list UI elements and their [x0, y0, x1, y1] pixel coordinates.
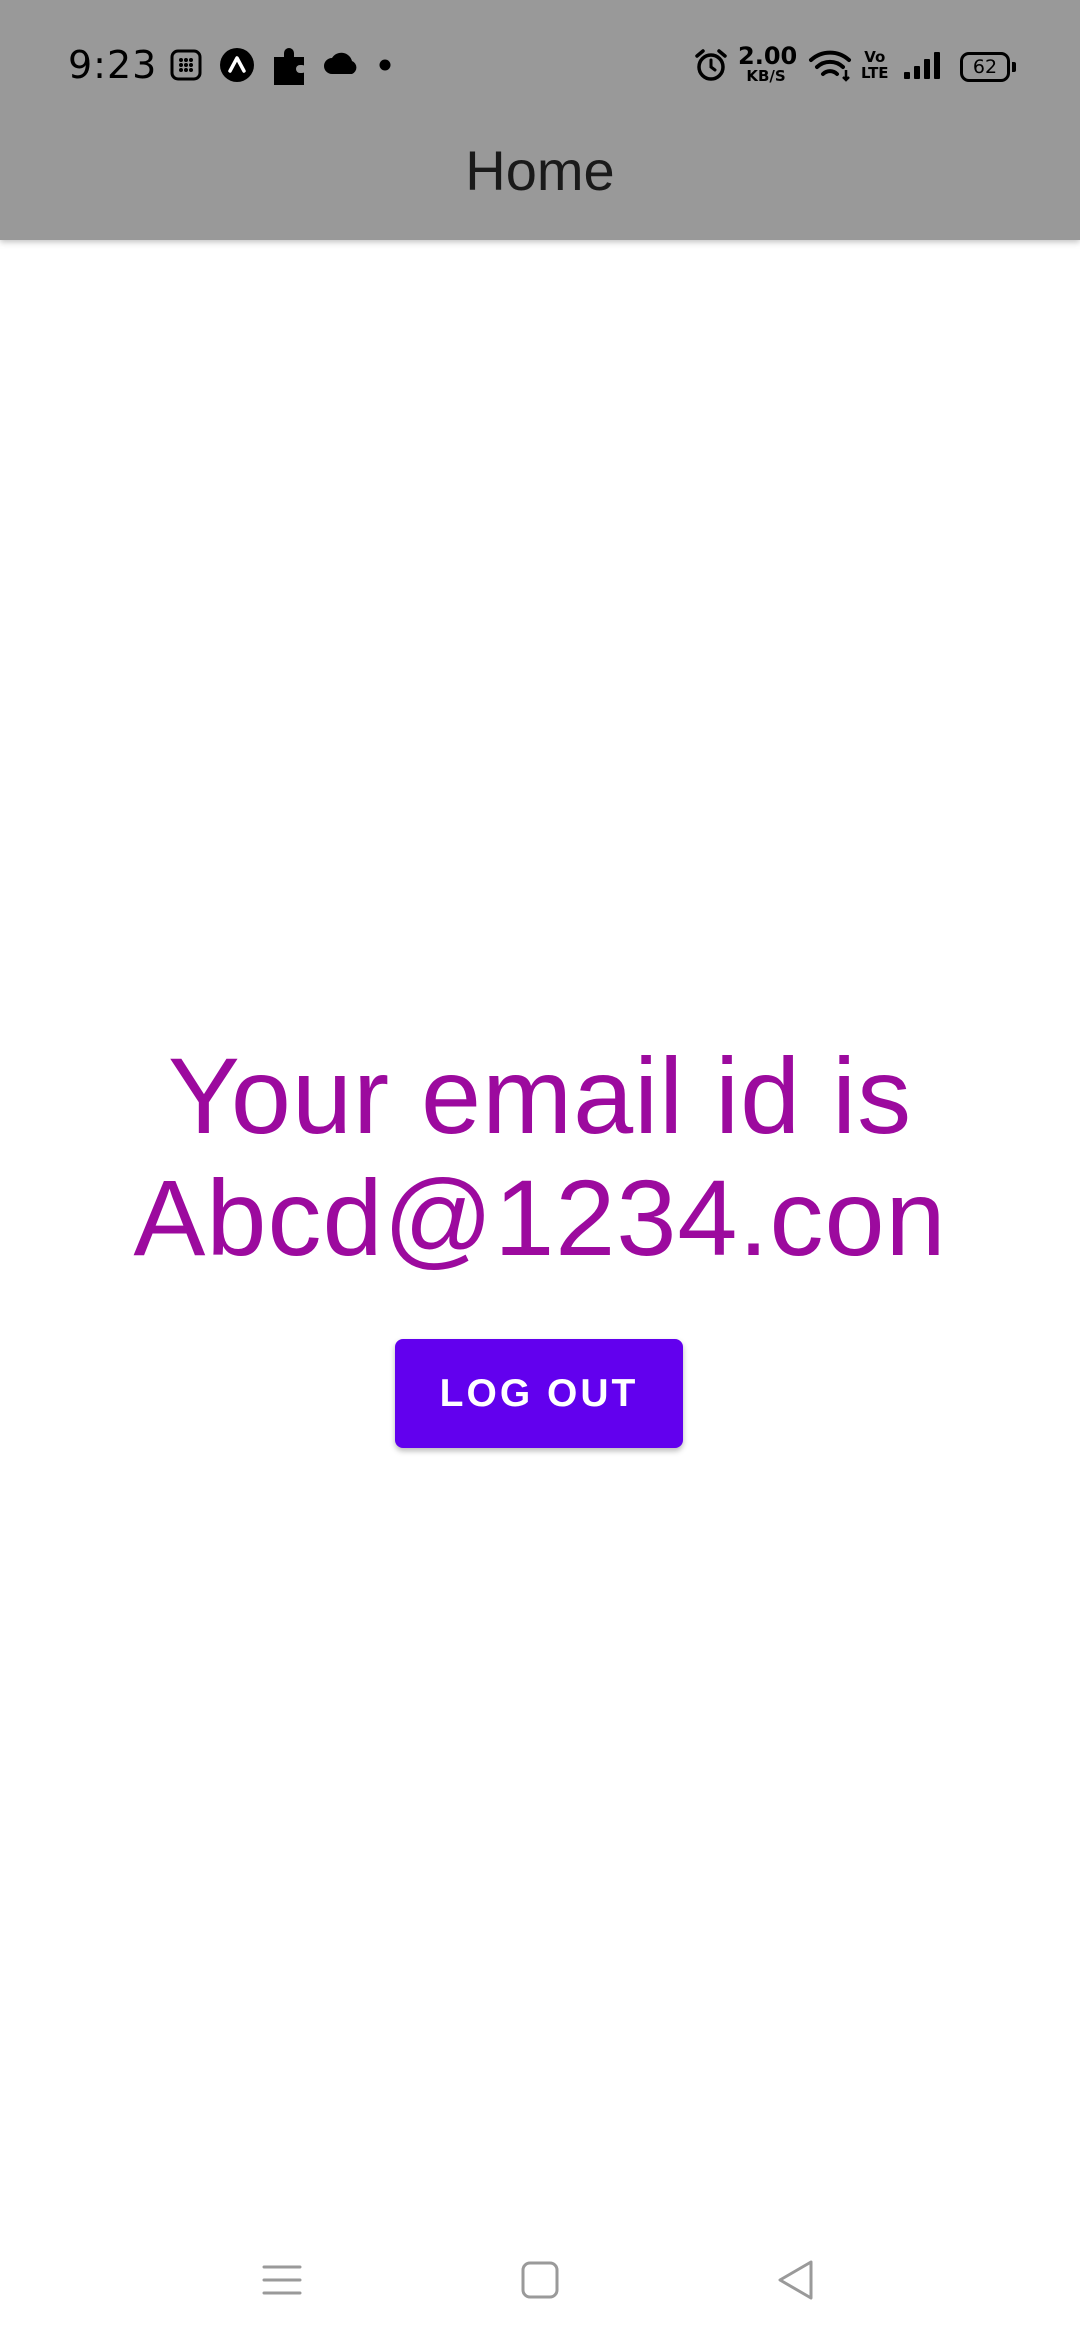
email-message: Your email id is Abcd@1234.con	[0, 1035, 1080, 1279]
main-content: Your email id is Abcd@1234.con LOG OUT	[0, 1035, 1080, 1448]
navigation-bar	[0, 2230, 1080, 2340]
signal-icon	[904, 52, 940, 79]
status-bar: 9:23 2.00 KB/S Vo LTE 62	[0, 0, 1080, 130]
calculator-icon	[170, 49, 202, 81]
status-time: 9:23	[68, 43, 158, 87]
wifi-icon	[809, 50, 851, 82]
back-icon	[778, 2260, 813, 2300]
nav-menu-button[interactable]	[242, 2244, 322, 2316]
screen: 9:23 2.00 KB/S Vo LTE 62 Home Your email…	[0, 0, 1080, 2340]
menu-icon	[262, 2265, 302, 2295]
home-icon	[521, 2261, 559, 2299]
notification-dot-icon	[379, 59, 391, 71]
alarm-icon	[695, 49, 727, 81]
volte-indicator: Vo LTE	[861, 49, 889, 81]
nav-home-button[interactable]	[500, 2244, 580, 2316]
puzzle-icon	[274, 48, 306, 85]
app-launcher-icon	[220, 48, 254, 82]
network-speed-unit: KB/S	[746, 67, 786, 85]
logout-button[interactable]: LOG OUT	[395, 1339, 683, 1448]
network-speed-value: 2.00	[738, 42, 798, 70]
header: 9:23 2.00 KB/S Vo LTE 62 Home	[0, 0, 1080, 240]
cloud-icon	[324, 52, 357, 74]
nav-back-button[interactable]	[755, 2244, 835, 2316]
email-message-line1: Your email id is	[167, 1035, 913, 1156]
page-title: Home	[465, 139, 615, 202]
volte-line2: LTE	[861, 64, 889, 82]
network-speed: 2.00 KB/S	[738, 42, 798, 85]
email-address: Abcd@1234.con	[133, 1157, 947, 1278]
battery-icon: 62	[960, 52, 1016, 82]
